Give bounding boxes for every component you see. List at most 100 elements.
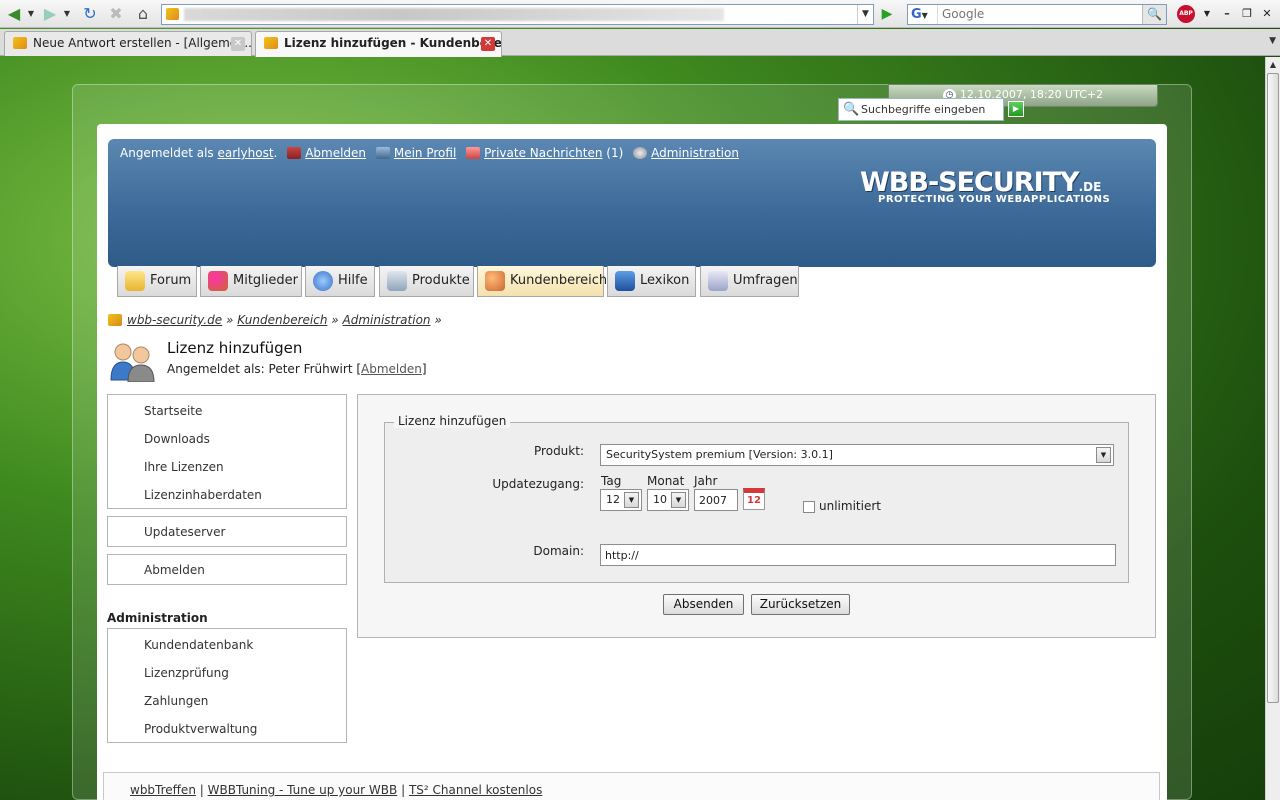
address-bar[interactable]: ▼ (161, 4, 874, 25)
nav-polls[interactable]: Umfragen (700, 266, 799, 297)
chevron-down-icon[interactable]: ▼ (1096, 447, 1111, 463)
home-icon[interactable]: ⌂ (133, 3, 153, 25)
admin-link[interactable]: Administration (651, 146, 739, 160)
pm-link[interactable]: Private Nachrichten (484, 146, 602, 160)
nav-forum[interactable]: Forum (117, 266, 197, 297)
chevron-down-icon[interactable]: ▼ (624, 492, 639, 508)
back-dropdown-icon[interactable]: ▼ (26, 3, 36, 25)
nav-lexicon[interactable]: Lexikon (607, 266, 696, 297)
sidebar-item-license-check[interactable]: Lizenzprüfung (108, 659, 346, 687)
search-submit-icon[interactable]: ▶ (1008, 101, 1024, 117)
tab-close-icon[interactable]: ✕ (481, 37, 495, 51)
nav-members[interactable]: Mitglieder (200, 266, 302, 297)
scroll-thumb[interactable] (1267, 73, 1279, 703)
chevron-down-icon[interactable]: ▼ (671, 492, 686, 508)
footer-link-ts2[interactable]: TS² Channel kostenlos (409, 783, 542, 797)
breadcrumb-customer-area[interactable]: Kundenbereich (237, 313, 327, 327)
calendar-icon[interactable]: 12 (743, 488, 765, 510)
site-search-input[interactable] (861, 101, 1001, 118)
domain-input[interactable] (600, 544, 1116, 566)
close-window-icon[interactable]: ✕ (1258, 5, 1276, 23)
tab-list-icon[interactable]: ▼ (1269, 36, 1276, 46)
page-scrollbar[interactable]: ▲ (1265, 57, 1280, 800)
google-engine-icon[interactable]: G▼ (908, 5, 938, 24)
users-icon (110, 343, 155, 382)
sidebar-item-product-management[interactable]: Produktverwaltung (108, 715, 346, 743)
address-text-blurred (184, 8, 724, 21)
adblock-dropdown-icon[interactable]: ▼ (1198, 5, 1216, 23)
year-input[interactable] (694, 489, 738, 511)
browser-search-input[interactable] (942, 5, 1142, 24)
customers-icon (485, 271, 505, 291)
nav-label: Produkte (412, 273, 470, 288)
search-icon: 🔍 (843, 102, 860, 117)
unlimited-label[interactable]: unlimitiert (819, 499, 881, 513)
month-select[interactable]: 10 ▼ (647, 489, 689, 511)
forward-icon[interactable]: ▶ (40, 3, 60, 25)
logged-as-text: Angemeldet als: Peter Frühwirt [ (167, 362, 362, 376)
browser-toolbar: ◀ ▼ ▶ ▼ ↻ ✖ ⌂ ▼ ▶ G▼ 🔍 ABP ▼ – ❐ ✕ (0, 0, 1280, 28)
nav-help[interactable]: Hilfe (305, 266, 375, 297)
profile-link[interactable]: Mein Profil (394, 146, 456, 160)
gear-icon (633, 147, 648, 159)
scroll-up-icon[interactable]: ▲ (1266, 57, 1280, 72)
nav-customer-area[interactable]: Kundenbereich (477, 266, 607, 297)
go-icon[interactable]: ▶ (876, 5, 898, 24)
browser-search-box[interactable]: G▼ 🔍 (907, 4, 1167, 25)
address-dropdown-icon[interactable]: ▼ (857, 5, 873, 24)
logout-link-inline[interactable]: Abmelden (361, 362, 422, 376)
breadcrumb-home[interactable]: wbb-security.de (127, 313, 222, 327)
site-search-box[interactable]: 🔍 (838, 98, 1004, 121)
site-logo[interactable]: WBB-SECURITY.DE PROTECTING YOUR WEBAPPLI… (860, 167, 1110, 205)
forward-dropdown-icon[interactable]: ▼ (62, 3, 72, 25)
sidebar-item-customer-db[interactable]: Kundendatenbank (108, 631, 346, 659)
sidebar-item-payments[interactable]: Zahlungen (108, 687, 346, 715)
username-link[interactable]: earlyhost (218, 146, 274, 160)
sidebar-item-downloads[interactable]: Downloads (108, 425, 346, 453)
sidebar-item-licenses[interactable]: Ihre Lizenzen (108, 453, 346, 481)
site-favicon-icon (166, 8, 179, 20)
admin-heading: Administration (107, 611, 208, 625)
product-select-value: SecuritySystem premium [Version: 3.0.1] (606, 448, 833, 461)
browser-tab-1[interactable]: Neue Antwort erstellen - [Allgemei... ✕ (4, 31, 252, 56)
sidebar-admin-menu: Kundendatenbank Lizenzprüfung Zahlungen … (107, 628, 347, 743)
reload-icon[interactable]: ↻ (80, 3, 100, 25)
nav-label: Lexikon (640, 273, 690, 288)
footer-link-wbbtreffen[interactable]: wbbTreffen (130, 783, 196, 797)
logged-as-bracket: ] (421, 362, 427, 376)
nav-label: Forum (150, 273, 192, 288)
magnifier-icon[interactable]: 🔍 (1142, 5, 1166, 24)
submit-button[interactable]: Absenden (663, 594, 744, 615)
domain-label: Domain: (533, 544, 584, 558)
logo-tld: .DE (1078, 180, 1102, 194)
day-select[interactable]: 12 ▼ (600, 489, 642, 511)
book-icon (615, 271, 635, 291)
sidebar-item-logout[interactable]: Abmelden (108, 556, 346, 584)
sidebar-item-updateserver[interactable]: Updateserver (108, 518, 346, 546)
nav-label: Mitglieder (233, 273, 298, 288)
sidebar-item-license-holder[interactable]: Lizenzinhaberdaten (108, 481, 346, 509)
logout-link[interactable]: Abmelden (305, 146, 366, 160)
profile-icon (375, 147, 390, 159)
adblock-icon[interactable]: ABP (1177, 5, 1195, 23)
members-icon (208, 271, 228, 291)
unlimited-checkbox[interactable] (803, 501, 815, 513)
stop-icon[interactable]: ✖ (106, 3, 126, 25)
fieldset-legend: Lizenz hinzufügen (394, 414, 511, 428)
browser-tab-2[interactable]: Lizenz hinzufügen - Kundenberei... ✕ (255, 31, 502, 57)
back-icon[interactable]: ◀ (4, 3, 24, 25)
home-folder-icon (108, 314, 122, 326)
footer-link-wbbtuning[interactable]: WBBTuning - Tune up your WBB (208, 783, 398, 797)
pm-count: (1) (606, 146, 624, 160)
breadcrumb-administration[interactable]: Administration (343, 313, 431, 327)
product-select[interactable]: SecuritySystem premium [Version: 3.0.1] … (600, 444, 1114, 466)
sidebar-item-start[interactable]: Startseite (108, 397, 346, 425)
nav-products[interactable]: Produkte (379, 266, 474, 297)
day-label: Tag (601, 474, 622, 488)
reset-button[interactable]: Zurücksetzen (751, 594, 850, 615)
sidebar-logout-box: Abmelden (107, 554, 347, 585)
restore-icon[interactable]: ❐ (1238, 5, 1256, 23)
breadcrumb: wbb-security.de » Kundenbereich » Admini… (108, 313, 442, 327)
minimize-icon[interactable]: – (1218, 5, 1236, 23)
tab-close-icon[interactable]: ✕ (231, 37, 245, 51)
